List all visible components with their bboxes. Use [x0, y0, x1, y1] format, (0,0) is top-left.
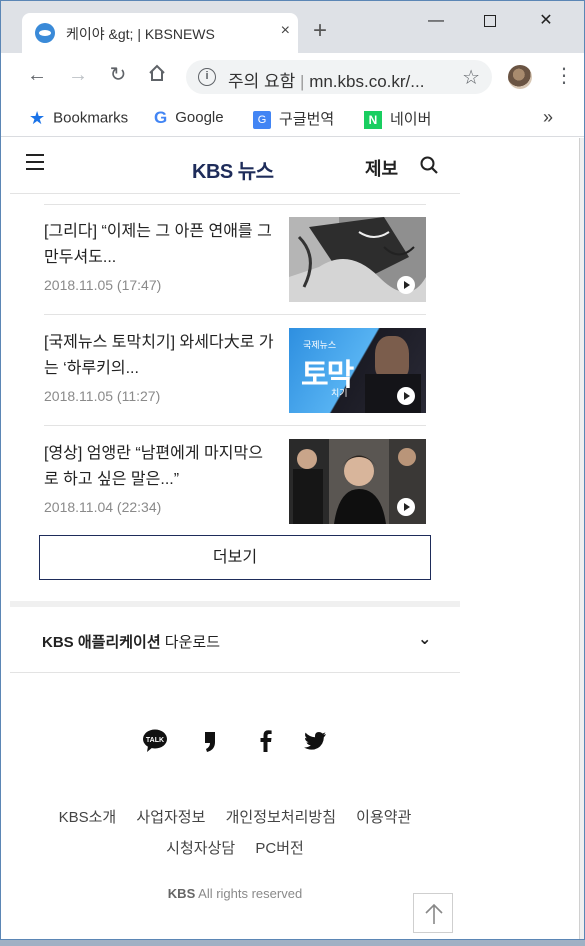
search-icon[interactable]	[420, 156, 438, 174]
kbs-favicon-icon	[35, 23, 55, 43]
news-title[interactable]: [국제뉴스 토막치기] 와세다大로 가는 ‘하루키의...	[44, 330, 274, 382]
home-icon[interactable]	[145, 63, 169, 87]
tab-title: 케이야 &gt; | KBSNEWS	[66, 26, 215, 42]
profile-avatar[interactable]	[508, 65, 532, 89]
copyright-text: All rights reserved	[195, 886, 303, 901]
address-url: mn.kbs.co.kr/...	[309, 72, 425, 91]
footer-link-privacy[interactable]: 개인정보처리방침	[226, 809, 336, 826]
home-glyph	[149, 64, 165, 81]
tab-strip: 케이야 &gt; | KBSNEWS × + — ✕	[1, 1, 584, 53]
thumbnail-subtext: 치기	[331, 388, 348, 398]
bookmark-item-bookmarks[interactable]: ★ Bookmarks	[29, 108, 128, 129]
address-text: 주의 요함 | mn.kbs.co.kr/...	[228, 67, 424, 92]
news-date: 2018.11.05 (17:47)	[44, 277, 162, 293]
footer-links-row-1: KBS소개 사업자정보 개인정보처리방침 이용약관	[10, 802, 460, 833]
more-button[interactable]: 더보기	[39, 535, 431, 580]
news-title[interactable]: [그리다] “이제는 그 아픈 연애를 그만두셔도...	[44, 219, 274, 271]
bookmarks-overflow-button[interactable]: »	[543, 107, 553, 128]
address-separator: |	[300, 72, 305, 91]
arrow-up-icon	[425, 903, 443, 924]
maximize-button[interactable]	[467, 7, 513, 35]
news-item[interactable]: [그리다] “이제는 그 아픈 연애를 그만두셔도... 2018.11.05 …	[44, 205, 426, 315]
site-header: KBS 뉴스 제보	[10, 138, 460, 194]
bookmarks-bar: ★ Bookmarks G Google G 구글번역 N 네이버 »	[1, 99, 584, 137]
play-icon	[397, 387, 415, 405]
browser-window: 케이야 &gt; | KBSNEWS × + — ✕ ← → ↻ i 주의 요함…	[0, 0, 585, 940]
adjacent-window-edge	[579, 138, 584, 939]
hamburger-menu-icon[interactable]	[26, 154, 44, 170]
news-thumbnail[interactable]: 국제뉴스 토막 치기	[289, 328, 426, 413]
footer-link-viewer-support[interactable]: 시청자상담	[166, 840, 235, 857]
bookmark-label: 네이버	[390, 111, 432, 128]
footer-links: KBS소개 사업자정보 개인정보처리방침 이용약관 시청자상담 PC버전	[10, 802, 460, 864]
kakaostory-glyph	[205, 732, 215, 752]
copyright-brand: KBS	[167, 886, 196, 901]
twitter-glyph	[304, 732, 326, 750]
twitter-icon[interactable]	[302, 728, 328, 754]
bookmark-item-translate[interactable]: G 구글번역	[253, 108, 335, 130]
scroll-to-top-button[interactable]	[413, 893, 453, 933]
bookmark-item-google[interactable]: G Google	[154, 108, 224, 128]
copyright: KBS All rights reserved	[10, 886, 460, 901]
menu-kebab-icon[interactable]: ⋮	[554, 63, 574, 88]
bookmark-label: Google	[175, 108, 224, 126]
kakaotalk-glyph: TALK	[143, 729, 167, 752]
close-window-button[interactable]: ✕	[523, 7, 569, 35]
footer-link-terms[interactable]: 이용약관	[356, 809, 411, 826]
footer-links-row-2: 시청자상담 PC버전	[10, 833, 460, 864]
app-download-text: 다운로드	[160, 634, 221, 651]
back-icon[interactable]: ←	[25, 63, 49, 87]
news-date: 2018.11.05 (11:27)	[44, 388, 161, 404]
page-gutter	[460, 138, 584, 939]
app-download-label: KBS 애플리케이션 다운로드	[42, 631, 220, 652]
footer-link-about[interactable]: KBS소개	[59, 809, 117, 826]
kakaotalk-icon[interactable]: TALK	[142, 728, 168, 754]
news-thumbnail[interactable]	[289, 217, 426, 302]
chevron-down-icon[interactable]: ⌄	[418, 629, 431, 649]
kbs-news-logo[interactable]: KBS 뉴스	[192, 155, 274, 184]
news-item[interactable]: [국제뉴스 토막치기] 와세다大로 가는 ‘하루키의... 2018.11.05…	[44, 316, 426, 426]
info-icon[interactable]: i	[198, 68, 216, 86]
tab-close-icon[interactable]: ×	[281, 22, 290, 40]
naver-icon: N	[364, 111, 382, 130]
news-date: 2018.11.04 (22:34)	[44, 499, 162, 515]
address-bar[interactable]: i 주의 요함 | mn.kbs.co.kr/... ☆	[186, 60, 492, 94]
footer-link-business-info[interactable]: 사업자정보	[136, 809, 205, 826]
play-icon	[397, 276, 415, 294]
browser-tab[interactable]: 케이야 &gt; | KBSNEWS ×	[22, 13, 298, 53]
new-tab-button[interactable]: +	[313, 19, 327, 43]
security-status: 주의 요함	[228, 72, 296, 91]
kakaostory-icon[interactable]	[198, 728, 224, 754]
facebook-glyph	[260, 730, 272, 752]
minimize-button[interactable]: —	[413, 7, 459, 35]
google-icon: G	[154, 108, 168, 127]
play-icon	[397, 498, 415, 516]
kakaotalk-text: TALK	[146, 737, 164, 744]
footer-link-pc-version[interactable]: PC버전	[255, 840, 303, 857]
bookmark-star-icon[interactable]: ☆	[462, 65, 480, 90]
facebook-icon[interactable]	[253, 728, 279, 754]
app-download-brand: KBS 애플리케이션	[42, 634, 161, 651]
app-download-row[interactable]: KBS 애플리케이션 다운로드 ⌄	[10, 607, 460, 673]
news-title[interactable]: [영상] 엄앵란 “남편에게 마지막으로 하고 싶은 말은...”	[44, 441, 274, 493]
browser-toolbar: ← → ↻ i 주의 요함 | mn.kbs.co.kr/... ☆ ⋮	[1, 53, 584, 99]
news-item[interactable]: [영상] 엄앵란 “남편에게 마지막으로 하고 싶은 말은...” 2018.1…	[44, 427, 426, 537]
report-link[interactable]: 제보	[365, 155, 398, 181]
star-icon: ★	[29, 108, 46, 128]
bookmark-label: Bookmarks	[53, 109, 129, 127]
reload-icon[interactable]: ↻	[106, 63, 130, 87]
forward-icon[interactable]: →	[66, 63, 90, 87]
bookmark-label: 구글번역	[279, 111, 335, 128]
bookmark-item-naver[interactable]: N 네이버	[364, 108, 432, 130]
page-viewport: KBS 뉴스 제보 [그리다] “이제는 그 아픈 연애를 그만두셔도... 2…	[10, 138, 460, 939]
maximize-icon	[484, 14, 496, 27]
google-translate-icon: G	[253, 111, 271, 130]
news-thumbnail[interactable]	[289, 439, 426, 524]
